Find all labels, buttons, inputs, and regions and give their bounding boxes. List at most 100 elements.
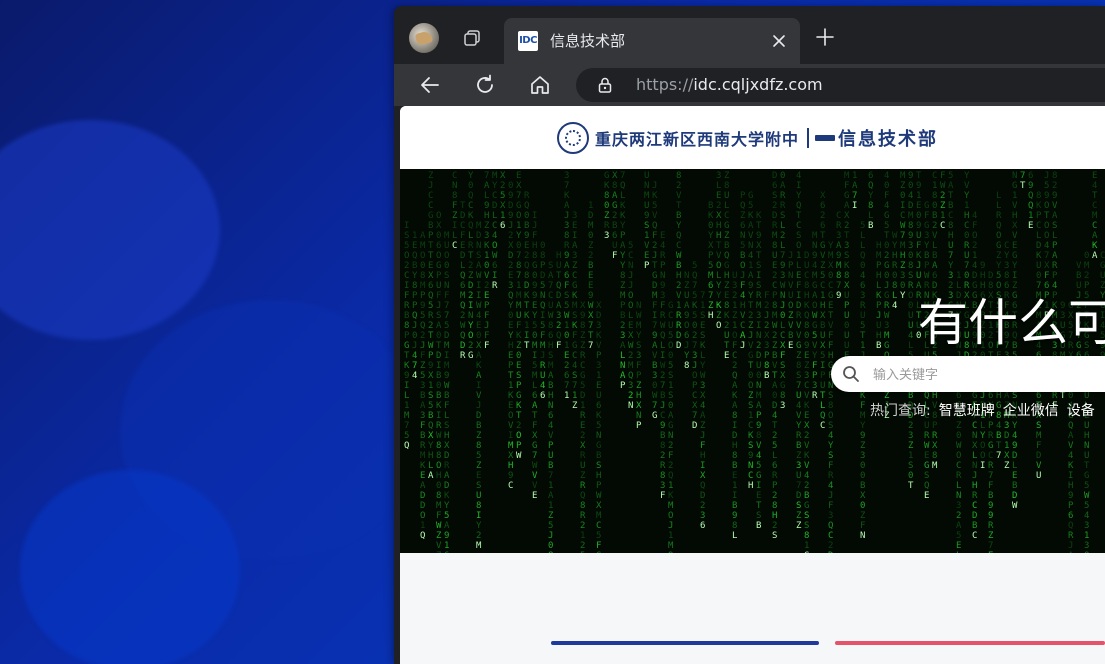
matrix-glyph: H [444, 431, 449, 441]
matrix-glyph: D [692, 421, 697, 431]
site-logo[interactable]: 重庆两江新区西南大学附中 信息技术部 [557, 121, 938, 155]
matrix-glyph: 1 [564, 341, 569, 351]
matrix-glyph: 0 [916, 211, 921, 221]
matrix-glyph: W [676, 251, 682, 261]
workspaces-icon[interactable] [462, 28, 482, 48]
profile-avatar[interactable] [409, 23, 439, 53]
matrix-glyph: 1 [564, 391, 569, 401]
hot-link[interactable]: 设备 [1067, 402, 1095, 420]
matrix-glyph: N [956, 491, 961, 501]
refresh-button[interactable] [471, 71, 499, 99]
matrix-glyph: X [844, 281, 850, 291]
matrix-glyph: T [556, 271, 562, 281]
matrix-glyph: J [428, 181, 433, 191]
matrix-glyph: S [780, 361, 785, 371]
matrix-glyph: P [636, 421, 642, 431]
matrix-glyph: P [620, 231, 626, 241]
matrix-glyph: T [1060, 391, 1066, 401]
back-button[interactable] [416, 71, 444, 99]
matrix-glyph: Z [804, 361, 810, 371]
matrix-glyph: P [876, 301, 882, 311]
lock-icon[interactable] [596, 76, 614, 94]
hot-link[interactable]: 智慧班牌 [939, 402, 995, 420]
matrix-glyph: C [804, 381, 809, 391]
matrix-glyph: Z [420, 361, 426, 371]
matrix-glyph: 3 [908, 241, 913, 251]
matrix-glyph: 2 [748, 311, 753, 321]
close-icon[interactable] [770, 32, 788, 50]
matrix-glyph: P [660, 261, 666, 271]
matrix-glyph: E [956, 541, 961, 551]
matrix-glyph: M [596, 511, 602, 521]
matrix-glyph: T [524, 341, 530, 351]
matrix-glyph: P [436, 271, 442, 281]
matrix-glyph: 3 [564, 221, 569, 231]
matrix-glyph: C [580, 361, 585, 371]
matrix-glyph: 7 [964, 261, 969, 271]
matrix-glyph: C [548, 291, 553, 301]
matrix-glyph: U [948, 241, 953, 251]
matrix-glyph: R [492, 281, 498, 291]
matrix-glyph: A [612, 191, 618, 201]
matrix-glyph: L [716, 181, 721, 191]
matrix-glyph: E [516, 171, 521, 181]
matrix-glyph: S [804, 511, 809, 521]
matrix-glyph: O [1044, 221, 1049, 231]
matrix-glyph: W [596, 491, 602, 501]
matrix-glyph: 5 [580, 381, 585, 391]
matrix-glyph: X [612, 171, 618, 181]
matrix-glyph: S [1012, 391, 1017, 401]
matrix-glyph: X [972, 441, 978, 451]
matrix-glyph: K [516, 331, 522, 341]
matrix-glyph: 3 [780, 401, 785, 411]
matrix-glyph: Q [1028, 201, 1033, 211]
matrix-glyph: O [972, 231, 977, 241]
matrix-glyph: D [588, 211, 593, 221]
matrix-glyph: 9 [580, 311, 585, 321]
search-input[interactable] [871, 362, 1105, 388]
matrix-glyph: M [908, 211, 914, 221]
matrix-glyph: Z [580, 471, 586, 481]
matrix-glyph: 9 [988, 501, 993, 511]
matrix-glyph: 1 [580, 401, 585, 411]
matrix-glyph: 0 [588, 231, 593, 241]
hot-link[interactable]: 企业微信 [1003, 402, 1059, 420]
matrix-glyph: J [980, 391, 985, 401]
matrix-glyph: T [756, 221, 762, 231]
new-tab-button[interactable] [814, 26, 836, 48]
matrix-glyph: G [884, 341, 889, 351]
matrix-glyph: S [444, 271, 449, 281]
matrix-glyph: Q [460, 331, 465, 341]
matrix-glyph: D [476, 411, 481, 421]
matrix-glyph: 0 [884, 241, 889, 251]
matrix-glyph: P [876, 261, 882, 271]
address-bar[interactable]: https://idc.cqljxdfz.com [576, 68, 1105, 102]
matrix-glyph: 0 [908, 251, 913, 261]
matrix-glyph: 8 [796, 361, 801, 371]
matrix-glyph: O [716, 261, 721, 271]
matrix-glyph: J [564, 211, 569, 221]
matrix-glyph: E [628, 321, 633, 331]
matrix-glyph: C [692, 391, 697, 401]
matrix-glyph: 1 [676, 301, 681, 311]
url-text[interactable]: https://idc.cqljxdfz.com [636, 75, 823, 95]
matrix-glyph: 8 [844, 271, 849, 281]
matrix-glyph: 7 [532, 451, 537, 461]
matrix-glyph: W [900, 221, 906, 231]
matrix-glyph: T [908, 481, 914, 491]
matrix-glyph: D [1012, 451, 1017, 461]
matrix-glyph: I [700, 461, 705, 471]
matrix-glyph: 5 [692, 261, 697, 271]
matrix-glyph: 2 [884, 251, 889, 261]
matrix-glyph: I [508, 431, 513, 441]
matrix-glyph: S [804, 521, 809, 531]
search-icon[interactable] [841, 364, 861, 384]
matrix-glyph: K [724, 311, 730, 321]
tab-active[interactable]: IDC 信息技术部 [504, 18, 800, 64]
matrix-glyph: L [956, 281, 961, 291]
matrix-glyph: D [420, 491, 425, 501]
matrix-glyph: G [612, 201, 617, 211]
home-button[interactable] [526, 71, 554, 99]
matrix-glyph: 2 [420, 331, 425, 341]
matrix-glyph: E [508, 401, 513, 411]
